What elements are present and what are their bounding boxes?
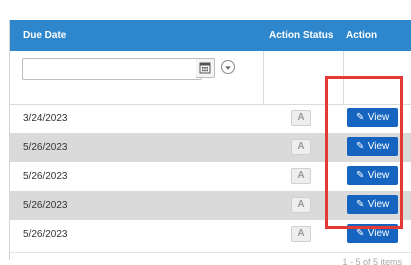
- table-row: 5/26/2023 A ✎ View: [10, 191, 411, 220]
- edit-icon: ✎: [356, 228, 365, 239]
- table-row: 3/24/2023 A ✎ View: [10, 104, 411, 133]
- due-date-cell: 5/26/2023: [23, 142, 68, 153]
- view-button[interactable]: ✎ View: [347, 166, 398, 185]
- action-status-icon: A: [291, 139, 311, 155]
- edit-icon: ✎: [356, 112, 365, 123]
- edit-icon: ✎: [356, 141, 365, 152]
- due-date-filter-input[interactable]: [22, 58, 202, 80]
- view-button-label: View: [367, 112, 390, 123]
- table-row: 5/26/2023 A ✎ View: [10, 220, 411, 249]
- action-status-icon: A: [291, 168, 311, 184]
- table-row: 5/26/2023 A ✎ View: [10, 133, 411, 162]
- column-divider: [263, 51, 264, 104]
- due-date-cell: 5/26/2023: [23, 200, 68, 211]
- view-button[interactable]: ✎ View: [347, 108, 398, 127]
- view-button[interactable]: ✎ View: [347, 137, 398, 156]
- due-date-cell: 5/26/2023: [23, 171, 68, 182]
- due-date-cell: 3/24/2023: [23, 113, 68, 124]
- screenshot-stage: Due Date Action Status Action 3/24/2023 …: [0, 0, 411, 265]
- edit-icon: ✎: [356, 199, 365, 210]
- calendar-icon[interactable]: [196, 58, 215, 78]
- pager-summary: 1 - 5 of 5 items: [342, 257, 402, 265]
- view-button-label: View: [367, 228, 390, 239]
- action-status-icon: A: [291, 226, 311, 242]
- edit-icon: ✎: [356, 170, 365, 181]
- view-button[interactable]: ✎ View: [347, 195, 398, 214]
- view-button-label: View: [367, 199, 390, 210]
- action-column-header[interactable]: Action: [346, 20, 377, 51]
- view-button-label: View: [367, 141, 390, 152]
- action-status-column-header[interactable]: Action Status: [269, 20, 333, 51]
- view-button[interactable]: ✎ View: [347, 224, 398, 243]
- action-status-icon: A: [291, 110, 311, 126]
- filter-menu-icon[interactable]: [221, 60, 235, 74]
- grid-header: Due Date Action Status Action: [10, 20, 411, 51]
- due-date-column-header[interactable]: Due Date: [23, 20, 66, 51]
- action-status-icon: A: [291, 197, 311, 213]
- column-divider: [343, 51, 344, 104]
- table-row: 5/26/2023 A ✎ View: [10, 162, 411, 191]
- data-grid: Due Date Action Status Action 3/24/2023 …: [9, 20, 411, 265]
- view-button-label: View: [367, 170, 390, 181]
- grid-pager: 1 - 5 of 5 items: [10, 252, 411, 265]
- filter-row: [10, 51, 411, 105]
- due-date-cell: 5/26/2023: [23, 229, 68, 240]
